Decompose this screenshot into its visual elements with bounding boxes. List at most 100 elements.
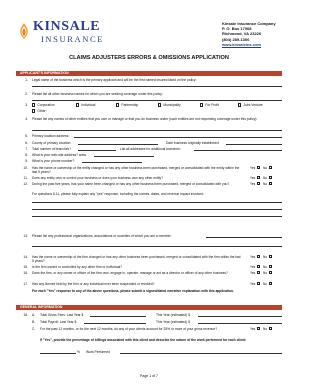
- no-checkbox[interactable]: [269, 271, 273, 275]
- work-performed-line[interactable]: [120, 353, 282, 354]
- answer-line[interactable]: [90, 316, 146, 317]
- yes-no-group: Yes No: [244, 265, 278, 269]
- question-text: This Year (estimated) $: [156, 320, 190, 324]
- percentage-line[interactable]: [40, 353, 76, 354]
- yes-checkbox[interactable]: [257, 182, 261, 186]
- question-number: 11.: [23, 176, 28, 180]
- question-number: 9.: [25, 159, 28, 163]
- yes-checkbox[interactable]: [257, 271, 261, 275]
- answer-line[interactable]: [94, 156, 154, 157]
- question-text: Please list any names of other entities …: [32, 117, 258, 121]
- question-number: 10.: [23, 166, 28, 170]
- question-6: 6. County of primary location: Date busi…: [16, 141, 282, 146]
- checkbox-for-profit[interactable]: For Profit: [200, 103, 219, 107]
- no-checkbox[interactable]: [269, 182, 273, 186]
- question-number: 6.: [25, 141, 28, 145]
- answer-line[interactable]: [32, 130, 282, 131]
- answer-line[interactable]: [78, 144, 158, 145]
- yes-no-group: Yes No: [244, 182, 278, 186]
- no-checkbox[interactable]: [269, 327, 273, 331]
- answer-line[interactable]: [198, 323, 282, 324]
- checkbox-other[interactable]: Other:: [32, 109, 47, 113]
- question-number: 16.: [23, 271, 28, 275]
- yes-checkbox[interactable]: [257, 255, 261, 259]
- answer-line[interactable]: [32, 246, 282, 247]
- question-10: 10. Has the name or ownership of the ent…: [16, 166, 282, 174]
- question-text: Legal name of the business which is the …: [32, 78, 197, 82]
- question-number: 15.: [23, 265, 28, 269]
- checkbox-corporation[interactable]: Corporation: [32, 103, 55, 107]
- question-number: 8.: [25, 153, 28, 157]
- question-16: 16. Does the firm, or any owner or offic…: [16, 271, 282, 279]
- question-number: 5.: [25, 134, 28, 138]
- answer-line[interactable]: [198, 316, 282, 317]
- answer-line[interactable]: [78, 150, 116, 151]
- question-number: 14.: [23, 255, 28, 259]
- question-text: What is your phone number?: [32, 159, 75, 163]
- answer-line[interactable]: [82, 162, 142, 163]
- logo-wordmark: KINSALE: [33, 19, 101, 34]
- no-checkbox[interactable]: [269, 176, 273, 180]
- question-text: Date business originally established:: [166, 141, 220, 145]
- logo-subtitle: INSURANCE: [41, 34, 105, 44]
- section-header-general: GENERAL INFORMATION: [16, 305, 282, 310]
- yes-no-group: Yes No: [244, 327, 278, 331]
- checkbox-partnership[interactable]: Partnership: [116, 103, 138, 107]
- answer-line[interactable]: [32, 209, 282, 210]
- answer-line[interactable]: [32, 216, 282, 217]
- question-4: 4. Please list any names of other entiti…: [16, 117, 282, 131]
- question-text: Has any license held by the firm or any …: [32, 282, 155, 286]
- client-percentage-entry: % Work Performed: [16, 350, 282, 355]
- no-checkbox[interactable]: [269, 282, 273, 286]
- yes-no-group: Yes No: [244, 255, 278, 259]
- question-text: For the past 12 months, or for the next …: [40, 327, 218, 331]
- yes-checkbox[interactable]: [257, 282, 261, 286]
- question-number: 18.: [23, 313, 28, 317]
- checkbox-individual[interactable]: Individual: [76, 103, 95, 107]
- answer-line[interactable]: [32, 202, 282, 203]
- yes-no-group: Yes No: [244, 176, 278, 180]
- yes-no-group: Yes No: [244, 282, 278, 286]
- checkbox-joint-venture[interactable]: Joint Venture: [238, 103, 263, 107]
- answer-line[interactable]: [226, 144, 282, 145]
- question-2: 2. Please list all other business names …: [16, 92, 282, 101]
- question-12-explanation: For questions 8-11, please fully explain…: [16, 192, 282, 222]
- answer-line[interactable]: [32, 86, 282, 87]
- no-checkbox[interactable]: [269, 255, 273, 259]
- kinsale-logo-icon: [20, 23, 28, 39]
- no-checkbox[interactable]: [269, 265, 273, 269]
- checkbox-municipality[interactable]: Municipality: [158, 103, 181, 107]
- question-text: Does the firm, or any owner or officer o…: [32, 271, 228, 275]
- client-percentage-instructions: If "Yes", provide the percentage of bill…: [40, 338, 247, 342]
- answer-line[interactable]: [84, 323, 146, 324]
- yes-checkbox[interactable]: [257, 176, 261, 180]
- no-checkbox[interactable]: [269, 166, 273, 170]
- section-header-applicant: APPLICANT'S INFORMATION: [16, 71, 282, 76]
- answer-line[interactable]: [32, 100, 282, 101]
- yes-checkbox[interactable]: [257, 265, 261, 269]
- question-text: During the past five years, has your nam…: [32, 182, 230, 186]
- question-number: 4.: [25, 117, 28, 121]
- question-7: 7. Total number of branches? List all ad…: [16, 147, 282, 152]
- question-1: 1. Legal name of the business which is t…: [16, 78, 282, 87]
- question-text: Please list all other business names for…: [32, 92, 163, 96]
- yes-checkbox[interactable]: [257, 327, 261, 331]
- question-18b-payroll: B. Total Payroll: Last Year $ This Year …: [16, 320, 282, 325]
- question-text: Does any entity own or control your busi…: [32, 176, 164, 180]
- question-15: 15. Is the firm owned or controlled by a…: [16, 265, 282, 270]
- yes-checkbox[interactable]: [257, 166, 261, 170]
- question-number: 7.: [25, 147, 28, 151]
- question-5: 5. Primary location address:: [16, 134, 282, 139]
- page-number: Page 1 of 7: [140, 374, 158, 378]
- question-text: For questions 8-11, please fully explain…: [32, 192, 204, 196]
- question-number: 2.: [25, 92, 28, 96]
- question-18c-client-concentration: C. For the past 12 months, or for the ne…: [16, 327, 282, 335]
- answer-line[interactable]: [74, 137, 282, 138]
- company-website-link[interactable]: www.kinsaleins.com: [222, 42, 282, 47]
- answer-line[interactable]: [206, 237, 282, 238]
- question-11: 11. Does any entity own or control your …: [16, 176, 282, 181]
- company-block: Kinsale Insurance Company P. O. Box 1700…: [222, 21, 282, 47]
- question-number: 1.: [25, 78, 28, 82]
- question-18a-gross-fees: 18. A. Total Gross Fees: Last Year $ Thi…: [16, 313, 282, 318]
- answer-line[interactable]: [194, 150, 282, 151]
